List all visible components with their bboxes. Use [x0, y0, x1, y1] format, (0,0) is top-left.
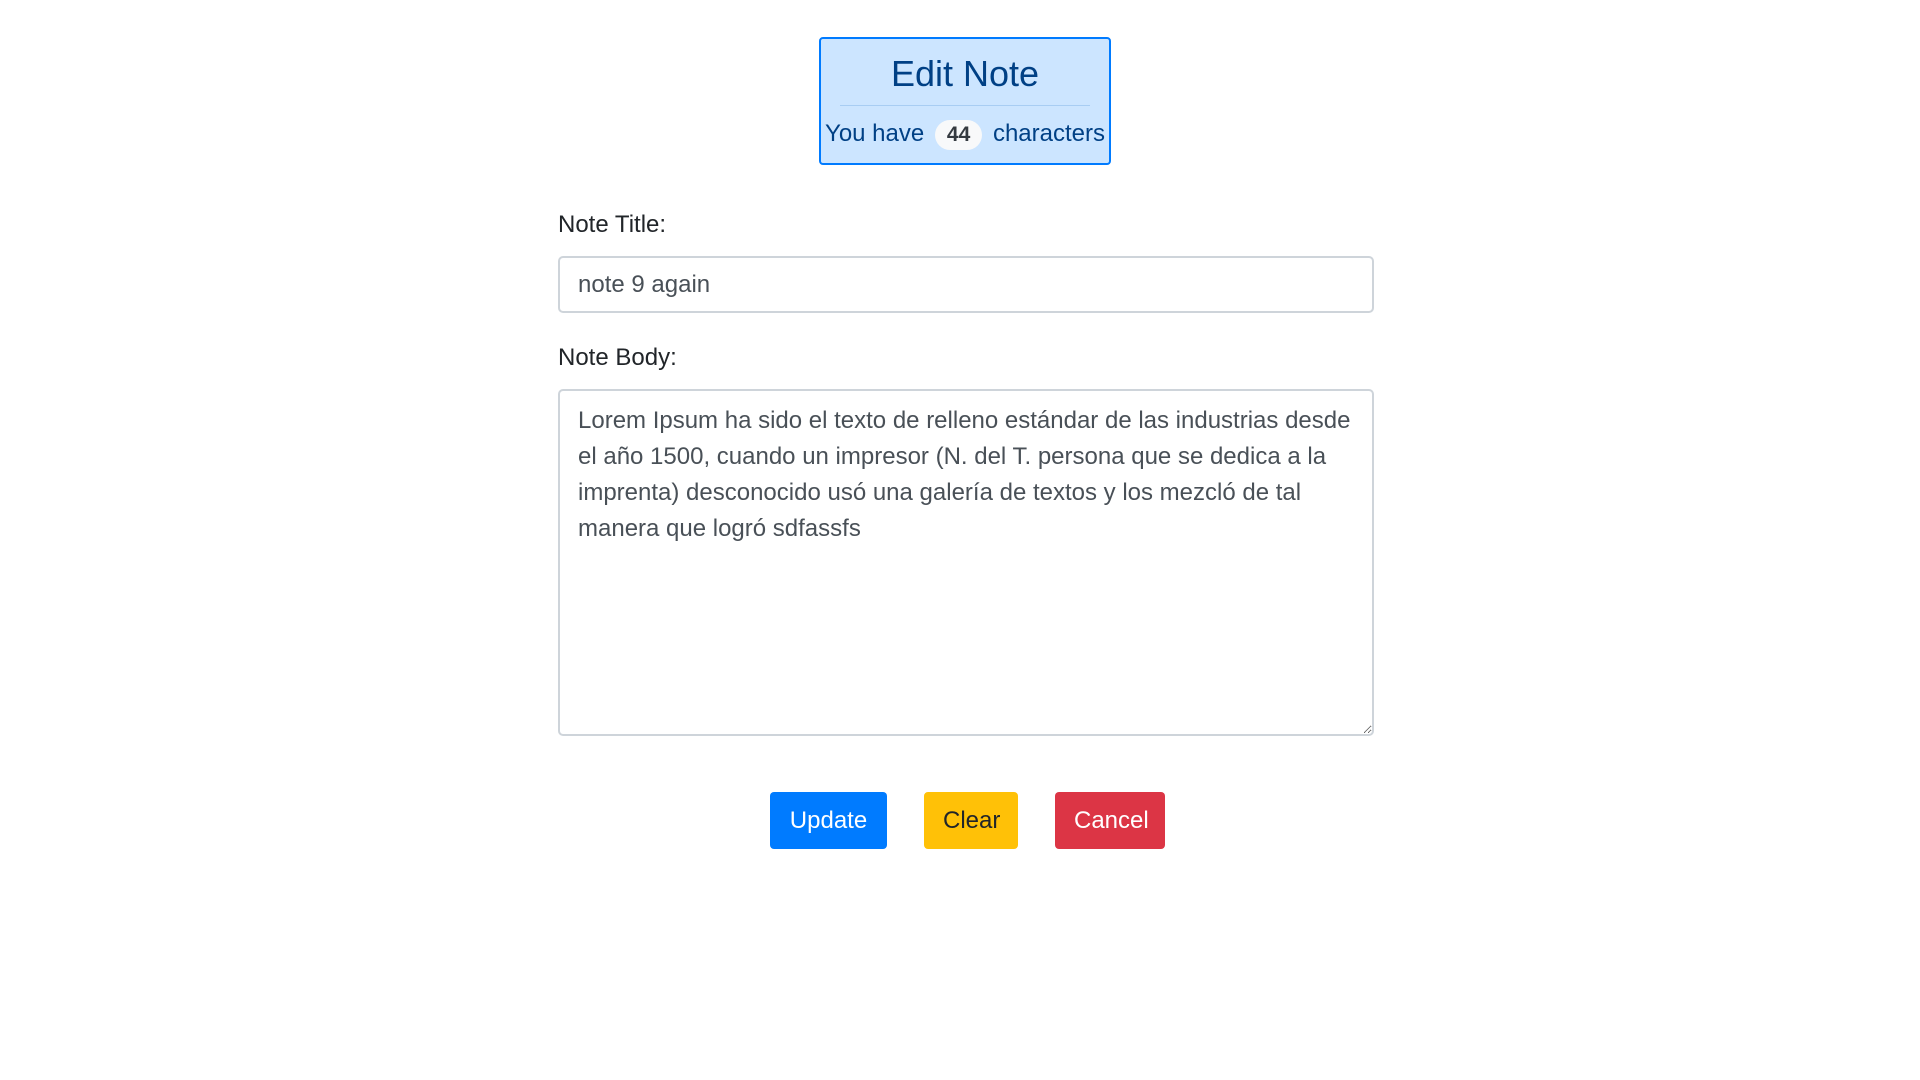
character-count-text: You have 44 characters [821, 118, 1109, 150]
character-count-badge: 44 [934, 120, 983, 150]
note-title-input[interactable] [558, 256, 1374, 313]
update-button[interactable]: Update [770, 792, 887, 849]
edit-note-form: Note Title: Note Body: Lorem Ipsum ha si… [558, 208, 1374, 736]
clear-button[interactable]: Clear [924, 792, 1018, 849]
note-body-textarea[interactable]: Lorem Ipsum ha sido el texto de relleno … [558, 389, 1374, 736]
form-actions: Update Clear Cancel [770, 792, 1165, 849]
cancel-button[interactable]: Cancel [1055, 792, 1165, 849]
character-count-prefix: You have [825, 120, 925, 147]
note-title-label: Note Title: [558, 211, 667, 238]
character-count-suffix: characters [992, 120, 1105, 147]
page: Edit Note You have 44 characters Note Ti… [0, 0, 1920, 1080]
header-alert-box: Edit Note You have 44 characters [819, 37, 1111, 165]
header-divider [840, 105, 1090, 106]
note-body-label: Note Body: [558, 344, 677, 371]
page-title: Edit Note [890, 53, 1040, 94]
